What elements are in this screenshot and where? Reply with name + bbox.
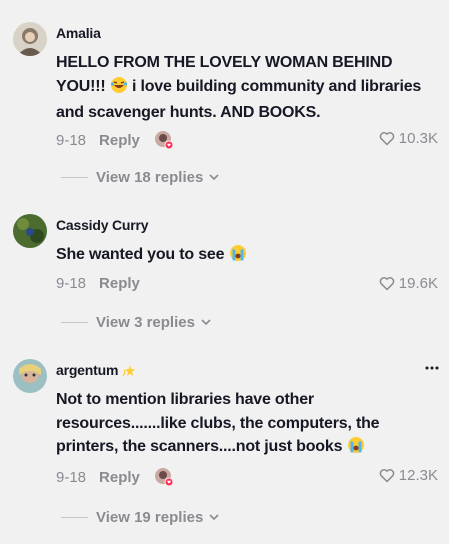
dizzy-star-icon [122, 364, 136, 381]
like-count: 12.3K [398, 467, 438, 484]
reply-button[interactable]: Reply [99, 469, 140, 486]
avatar[interactable] [13, 214, 47, 248]
chevron-down-icon [209, 514, 219, 521]
comment-text-line1: Not to mention libraries have other reso… [56, 391, 380, 455]
avatar[interactable] [13, 359, 47, 393]
view-replies-button[interactable]: View 18 replies [61, 169, 219, 186]
divider-line [61, 517, 88, 518]
reply-button[interactable]: Reply [99, 275, 140, 292]
divider-line [61, 322, 88, 323]
view-replies-button[interactable]: View 19 replies [61, 509, 219, 526]
comment-text: HELLO FROM THE LOVELY WOMAN BEHIND YOU!!… [56, 51, 441, 125]
like-count: 10.3K [398, 130, 438, 147]
heart-icon [379, 132, 395, 146]
view-replies-label: View 19 replies [96, 509, 204, 526]
comment-meta: 9-18 Reply [56, 275, 140, 292]
crying-face-icon [347, 436, 365, 462]
comment-text: She wanted you to see [56, 243, 441, 270]
view-replies-button[interactable]: View 3 replies [61, 314, 211, 331]
comment-username-text: argentum [56, 362, 119, 378]
avatar[interactable] [13, 22, 47, 56]
comment-text-line1: She wanted you to see [56, 246, 225, 263]
comment-meta: 9-18 Reply [56, 130, 174, 150]
comment-text: Not to mention libraries have other reso… [56, 388, 441, 462]
chevron-down-icon [201, 319, 211, 326]
view-replies-label: View 3 replies [96, 314, 195, 331]
heart-icon [379, 277, 395, 291]
like-count: 19.6K [398, 275, 438, 292]
like-button[interactable]: 19.6K [379, 275, 438, 292]
like-button[interactable]: 12.3K [379, 467, 438, 484]
comment-meta: 9-18 Reply [56, 467, 174, 487]
comment-username[interactable]: Amalia [56, 25, 101, 41]
comment-username[interactable]: Cassidy Curry [56, 217, 149, 233]
chevron-down-icon [209, 174, 219, 181]
more-options-icon[interactable] [425, 366, 439, 370]
heart-icon [379, 469, 395, 483]
comment-date: 9-18 [56, 468, 87, 486]
view-replies-label: View 18 replies [96, 169, 204, 186]
like-button[interactable]: 10.3K [379, 130, 438, 147]
divider-line [61, 177, 88, 178]
comment-date: 9-18 [56, 275, 87, 292]
laughing-face-icon [110, 76, 128, 102]
crying-face-icon [229, 244, 247, 270]
creator-liked-avatar [154, 467, 174, 487]
reply-button[interactable]: Reply [99, 132, 140, 149]
comment-username[interactable]: argentum [56, 362, 136, 381]
comment-date: 9-18 [56, 131, 87, 149]
creator-liked-avatar [154, 130, 174, 150]
